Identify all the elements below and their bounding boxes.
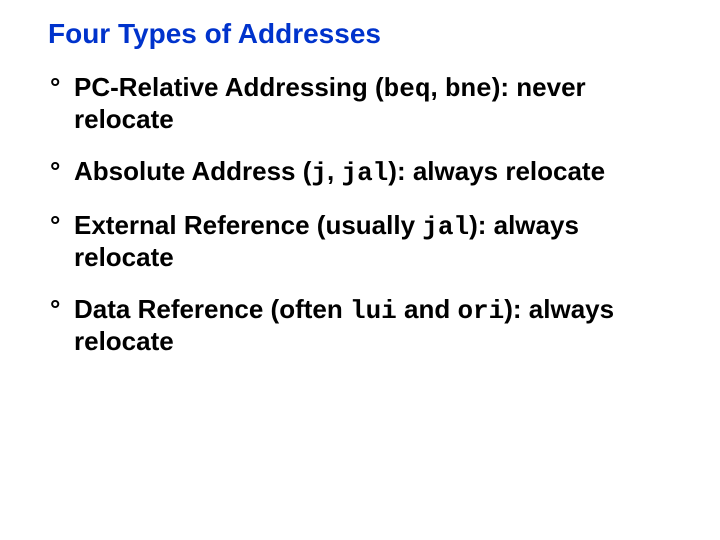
list-item: ° Data Reference (often lui and ori): al… xyxy=(50,294,680,356)
bullet-list: ° PC-Relative Addressing (beq, bne): nev… xyxy=(50,72,680,356)
bullet-text: Data Reference (often lui and ori): alwa… xyxy=(74,294,664,356)
text-prefix: External Reference (usually xyxy=(74,210,422,240)
code-span: bne xyxy=(445,74,492,104)
bullet-marker: ° xyxy=(50,294,68,324)
code-span: lui xyxy=(350,296,397,326)
code-span: beq xyxy=(384,74,431,104)
text-suffix: ): always relocate xyxy=(388,156,605,186)
slide-title: Four Types of Addresses xyxy=(48,12,680,50)
list-item: ° PC-Relative Addressing (beq, bne): nev… xyxy=(50,72,680,134)
code-span: j xyxy=(311,158,327,188)
bullet-marker: ° xyxy=(50,156,68,186)
text-prefix: PC-Relative Addressing ( xyxy=(74,72,384,102)
code-span: jal xyxy=(422,212,469,242)
text-mid: and xyxy=(397,294,458,324)
bullet-text: External Reference (usually jal): always… xyxy=(74,210,664,272)
text-prefix: Absolute Address ( xyxy=(74,156,311,186)
bullet-text: PC-Relative Addressing (beq, bne): never… xyxy=(74,72,664,134)
list-item: ° External Reference (usually jal): alwa… xyxy=(50,210,680,272)
list-item: ° Absolute Address (j, jal): always relo… xyxy=(50,156,680,188)
text-mid: , xyxy=(430,72,444,102)
bullet-text: Absolute Address (j, jal): always reloca… xyxy=(74,156,605,188)
text-mid: , xyxy=(327,156,341,186)
bullet-marker: ° xyxy=(50,72,68,102)
slide: Four Types of Addresses ° PC-Relative Ad… xyxy=(0,0,720,540)
bullet-marker: ° xyxy=(50,210,68,240)
code-span: jal xyxy=(341,158,388,188)
code-span: ori xyxy=(457,296,504,326)
text-prefix: Data Reference (often xyxy=(74,294,350,324)
